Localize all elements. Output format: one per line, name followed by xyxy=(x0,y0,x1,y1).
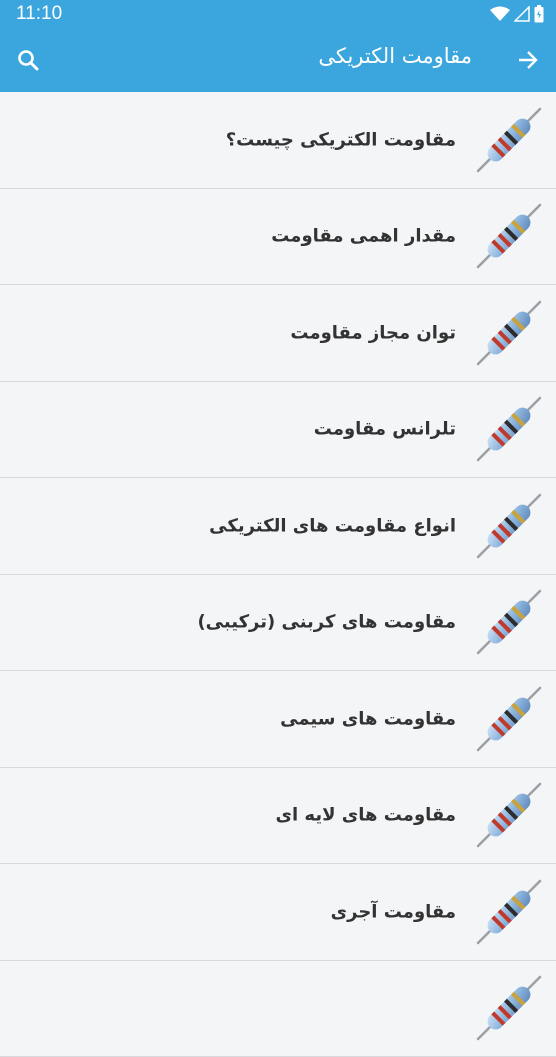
resistor-icon xyxy=(474,684,544,754)
list-item-9[interactable]: مقاومت آجری xyxy=(0,864,556,961)
resistor-icon xyxy=(474,491,544,561)
resistor-icon xyxy=(474,973,544,1043)
arrow-right-icon xyxy=(516,48,540,72)
list-item-label: انواع مقاومت های الکتریکی xyxy=(209,515,456,536)
list-item-label: توان مجاز مقاومت xyxy=(290,322,456,343)
status-icons xyxy=(490,5,544,23)
app-bar: مقاومت الکتریکی xyxy=(0,28,556,92)
page-title: مقاومت الکتریکی xyxy=(318,44,472,68)
list-item-3[interactable]: توان مجاز مقاومت xyxy=(0,285,556,382)
resistor-icon xyxy=(474,587,544,657)
topic-list: مقاومت الکتریکی چیست؟ مقدار اهمی مقاومت xyxy=(0,92,556,1057)
resistor-icon xyxy=(474,298,544,368)
list-item-label: مقاومت آجری xyxy=(331,901,456,922)
list-item-10[interactable] xyxy=(0,961,556,1057)
list-item-6[interactable]: مقاومت های کربنی (ترکیبی) xyxy=(0,575,556,672)
signal-icon xyxy=(514,6,530,22)
status-bar: 11:10 xyxy=(0,0,556,28)
status-time: 11:10 xyxy=(16,3,62,25)
list-item-4[interactable]: تلرانس مقاومت xyxy=(0,382,556,479)
battery-icon xyxy=(534,5,544,23)
list-item-7[interactable]: مقاومت های سیمی xyxy=(0,671,556,768)
search-button[interactable] xyxy=(12,44,44,76)
list-item-1[interactable]: مقاومت الکتریکی چیست؟ xyxy=(0,92,556,189)
list-item-8[interactable]: مقاومت های لایه ای xyxy=(0,768,556,865)
list-item-5[interactable]: انواع مقاومت های الکتریکی xyxy=(0,478,556,575)
resistor-icon xyxy=(474,780,544,850)
resistor-icon xyxy=(474,877,544,947)
list-item-label: مقاومت های لایه ای xyxy=(275,805,456,826)
list-item-label: مقاومت الکتریکی چیست؟ xyxy=(226,129,456,150)
list-item-label: مقاومت های کربنی (ترکیبی) xyxy=(197,612,456,633)
resistor-icon xyxy=(474,201,544,271)
resistor-icon xyxy=(474,105,544,175)
list-item-label: تلرانس مقاومت xyxy=(314,419,456,440)
back-button[interactable] xyxy=(512,44,544,76)
wifi-icon xyxy=(490,6,510,22)
list-item-2[interactable]: مقدار اهمی مقاومت xyxy=(0,189,556,286)
list-item-label: مقدار اهمی مقاومت xyxy=(271,226,456,247)
search-icon xyxy=(16,48,40,72)
resistor-icon xyxy=(474,394,544,464)
list-item-label: مقاومت های سیمی xyxy=(280,708,456,729)
